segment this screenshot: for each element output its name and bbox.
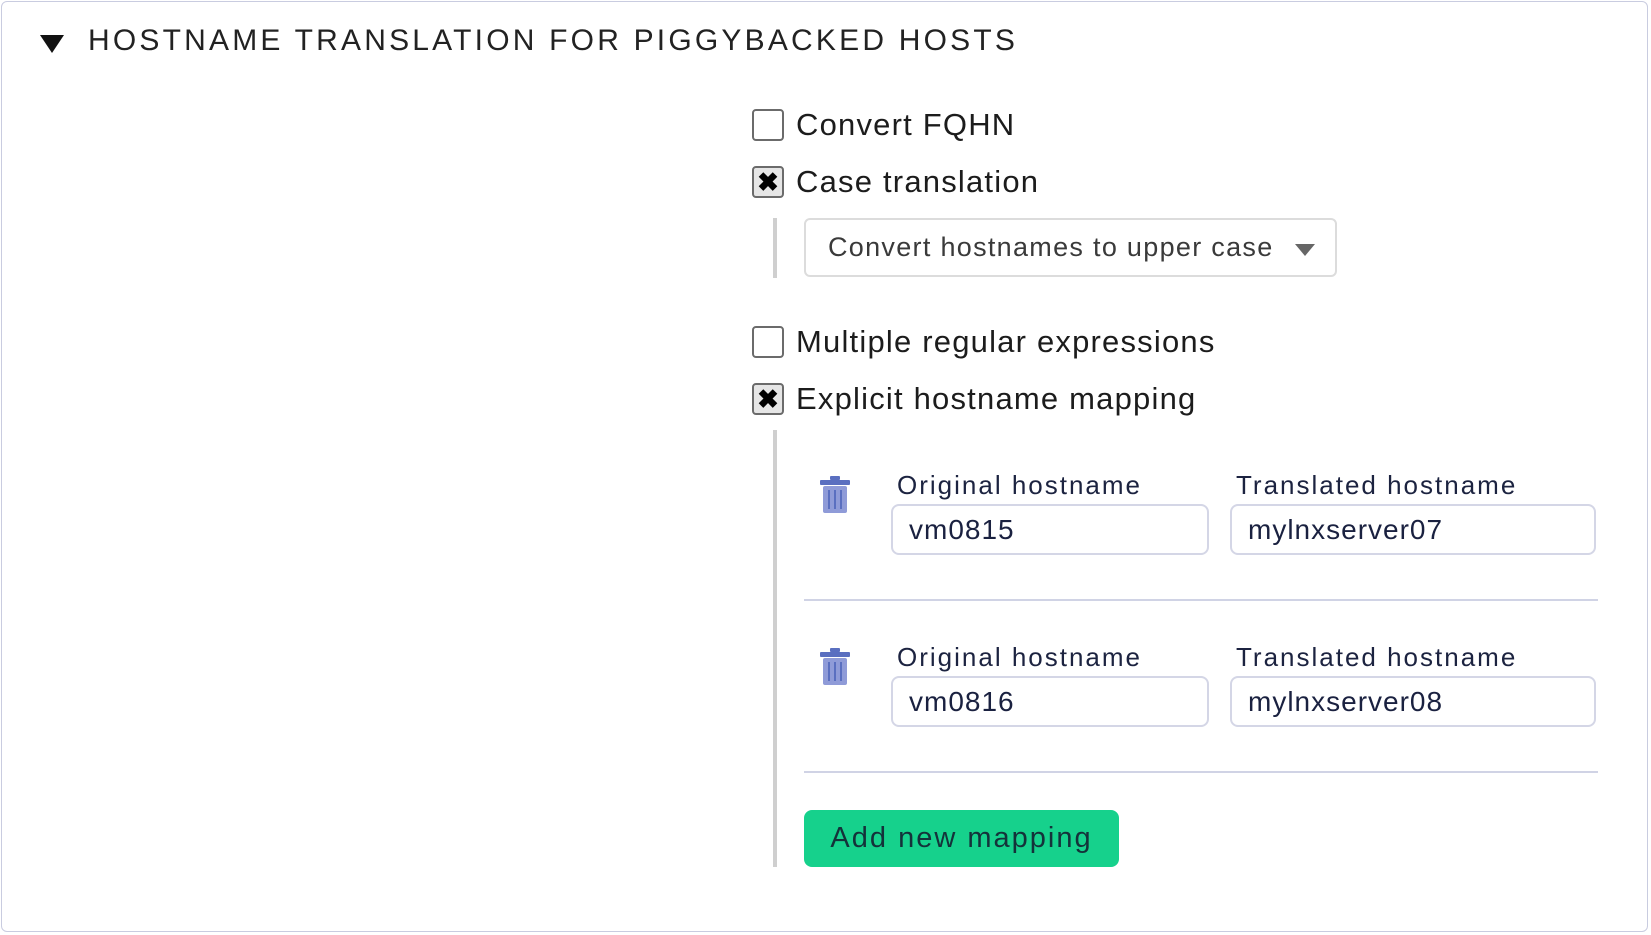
collapse-triangle-icon[interactable]	[40, 35, 64, 53]
ruleset-panel: HOSTNAME TRANSLATION FOR PIGGYBACKED HOS…	[1, 1, 1648, 932]
original-hostname-input[interactable]: vm0815	[891, 504, 1209, 555]
add-new-mapping-button[interactable]: Add new mapping	[804, 810, 1119, 867]
mapping-divider	[804, 771, 1598, 773]
case-translation-selected: Convert hostnames to upper case	[828, 232, 1274, 262]
convert-fqhn-label: Convert FQHN	[796, 107, 1016, 142]
explicit-mapping-checkbox[interactable]: ✖	[752, 383, 784, 415]
convert-fqhn-checkbox[interactable]	[752, 109, 784, 141]
case-translation-label: Case translation	[796, 164, 1040, 199]
explicit-mapping-indent-line	[773, 430, 777, 867]
dropdown-arrow-icon	[1295, 244, 1315, 256]
trash-icon[interactable]	[820, 648, 850, 686]
original-hostname-label: Original hostname	[897, 642, 1142, 672]
translated-hostname-label: Translated hostname	[1236, 470, 1518, 500]
mapping-divider	[804, 599, 1598, 601]
trash-icon[interactable]	[820, 476, 850, 514]
multiple-regex-label: Multiple regular expressions	[796, 324, 1216, 359]
translated-hostname-label: Translated hostname	[1236, 642, 1518, 672]
original-hostname-label: Original hostname	[897, 470, 1142, 500]
translated-hostname-input[interactable]: mylnxserver07	[1230, 504, 1596, 555]
case-translation-select[interactable]: Convert hostnames to upper case	[804, 218, 1337, 277]
option-multiple-regex[interactable]: Multiple regular expressions	[752, 324, 1216, 360]
case-translation-indent-line	[773, 218, 777, 278]
translated-hostname-input[interactable]: mylnxserver08	[1230, 676, 1596, 727]
explicit-mapping-label: Explicit hostname mapping	[796, 381, 1197, 416]
section-title: HOSTNAME TRANSLATION FOR PIGGYBACKED HOS…	[88, 24, 1019, 57]
section-header[interactable]: HOSTNAME TRANSLATION FOR PIGGYBACKED HOS…	[40, 24, 1018, 58]
option-convert-fqhn[interactable]: Convert FQHN	[752, 107, 1015, 143]
case-translation-checkbox[interactable]: ✖	[752, 166, 784, 198]
option-explicit-mapping[interactable]: ✖ Explicit hostname mapping	[752, 381, 1196, 417]
multiple-regex-checkbox[interactable]	[752, 326, 784, 358]
original-hostname-input[interactable]: vm0816	[891, 676, 1209, 727]
option-case-translation[interactable]: ✖ Case translation	[752, 164, 1039, 200]
